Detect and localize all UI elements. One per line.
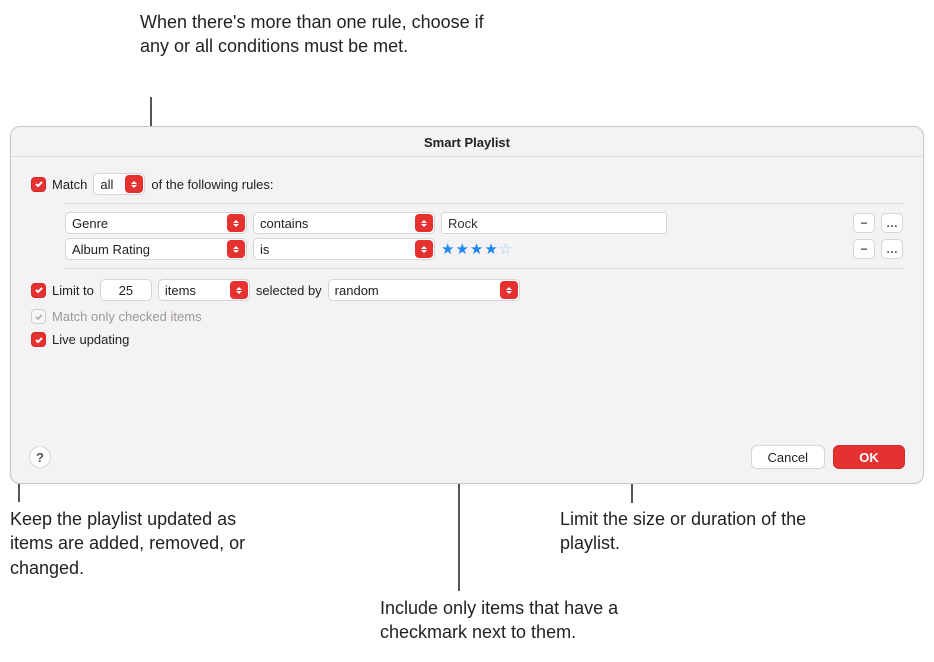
- chevron-updown-icon: [125, 175, 143, 193]
- smart-playlist-dialog: Smart Playlist Match all of the followin…: [10, 126, 924, 484]
- star-empty-icon: ☆: [499, 242, 512, 257]
- rule-operator-popup[interactable]: contains: [253, 212, 435, 234]
- callout-limit: Limit the size or duration of the playli…: [560, 507, 820, 556]
- rule-field-popup[interactable]: Genre: [65, 212, 247, 234]
- chevron-updown-icon: [227, 240, 245, 258]
- rule-options-button[interactable]: …: [881, 213, 903, 233]
- rule-value-textfield[interactable]: Rock: [441, 212, 667, 234]
- rule-operator-popup[interactable]: is: [253, 238, 435, 260]
- chevron-updown-icon: [415, 214, 433, 232]
- rule-field-value: Album Rating: [72, 242, 150, 257]
- limit-method-value: random: [335, 283, 379, 298]
- rule-value-stars[interactable]: ★ ★ ★ ★ ☆: [441, 242, 512, 257]
- match-checked-label: Match only checked items: [52, 309, 202, 324]
- remove-rule-button[interactable]: −: [853, 213, 875, 233]
- limit-count-input[interactable]: 25: [100, 279, 152, 301]
- star-filled-icon: ★: [484, 242, 497, 257]
- limit-checkbox[interactable]: [31, 283, 46, 298]
- remove-rule-button[interactable]: −: [853, 239, 875, 259]
- chevron-updown-icon: [230, 281, 248, 299]
- star-filled-icon: ★: [441, 242, 454, 257]
- live-updating-row: Live updating: [31, 332, 903, 347]
- help-button[interactable]: ?: [29, 446, 51, 468]
- star-filled-icon: ★: [470, 242, 483, 257]
- chevron-updown-icon: [415, 240, 433, 258]
- match-row: Match all of the following rules:: [31, 173, 903, 195]
- chevron-updown-icon: [227, 214, 245, 232]
- rule-value-text: Rock: [448, 216, 478, 231]
- rule-row: Genre contains Rock − …: [65, 210, 903, 236]
- match-label-prefix: Match: [52, 177, 87, 192]
- rule-operator-value: is: [260, 242, 269, 257]
- match-checked-checkbox: [31, 309, 46, 324]
- match-checkbox[interactable]: [31, 177, 46, 192]
- callout-checked-items: Include only items that have a checkmark…: [380, 596, 700, 645]
- match-mode-popup[interactable]: all: [93, 173, 145, 195]
- match-label-suffix: of the following rules:: [151, 177, 273, 192]
- callout-match-mode: When there's more than one rule, choose …: [140, 10, 490, 59]
- match-checked-row: Match only checked items: [31, 309, 903, 324]
- limit-count-value: 25: [119, 283, 133, 298]
- limit-unit-popup[interactable]: items: [158, 279, 250, 301]
- callout-live-updating: Keep the playlist updated as items are a…: [10, 507, 280, 580]
- selected-by-label: selected by: [256, 283, 322, 298]
- rule-options-button[interactable]: …: [881, 239, 903, 259]
- limit-unit-value: items: [165, 283, 196, 298]
- rule-row: Album Rating is ★ ★ ★ ★ ☆ − …: [65, 236, 903, 262]
- dialog-title: Smart Playlist: [11, 127, 923, 157]
- live-updating-checkbox[interactable]: [31, 332, 46, 347]
- ok-button[interactable]: OK: [833, 445, 905, 469]
- limit-method-popup[interactable]: random: [328, 279, 520, 301]
- rules-table: Genre contains Rock − … Album Ratin: [65, 203, 903, 269]
- chevron-updown-icon: [500, 281, 518, 299]
- rule-field-popup[interactable]: Album Rating: [65, 238, 247, 260]
- limit-row: Limit to 25 items selected by random: [31, 279, 903, 301]
- live-updating-label: Live updating: [52, 332, 129, 347]
- limit-label: Limit to: [52, 283, 94, 298]
- dialog-footer: ? Cancel OK: [29, 445, 905, 469]
- match-mode-value: all: [100, 177, 113, 192]
- rule-field-value: Genre: [72, 216, 108, 231]
- star-filled-icon: ★: [455, 242, 468, 257]
- rule-operator-value: contains: [260, 216, 308, 231]
- cancel-button[interactable]: Cancel: [751, 445, 825, 469]
